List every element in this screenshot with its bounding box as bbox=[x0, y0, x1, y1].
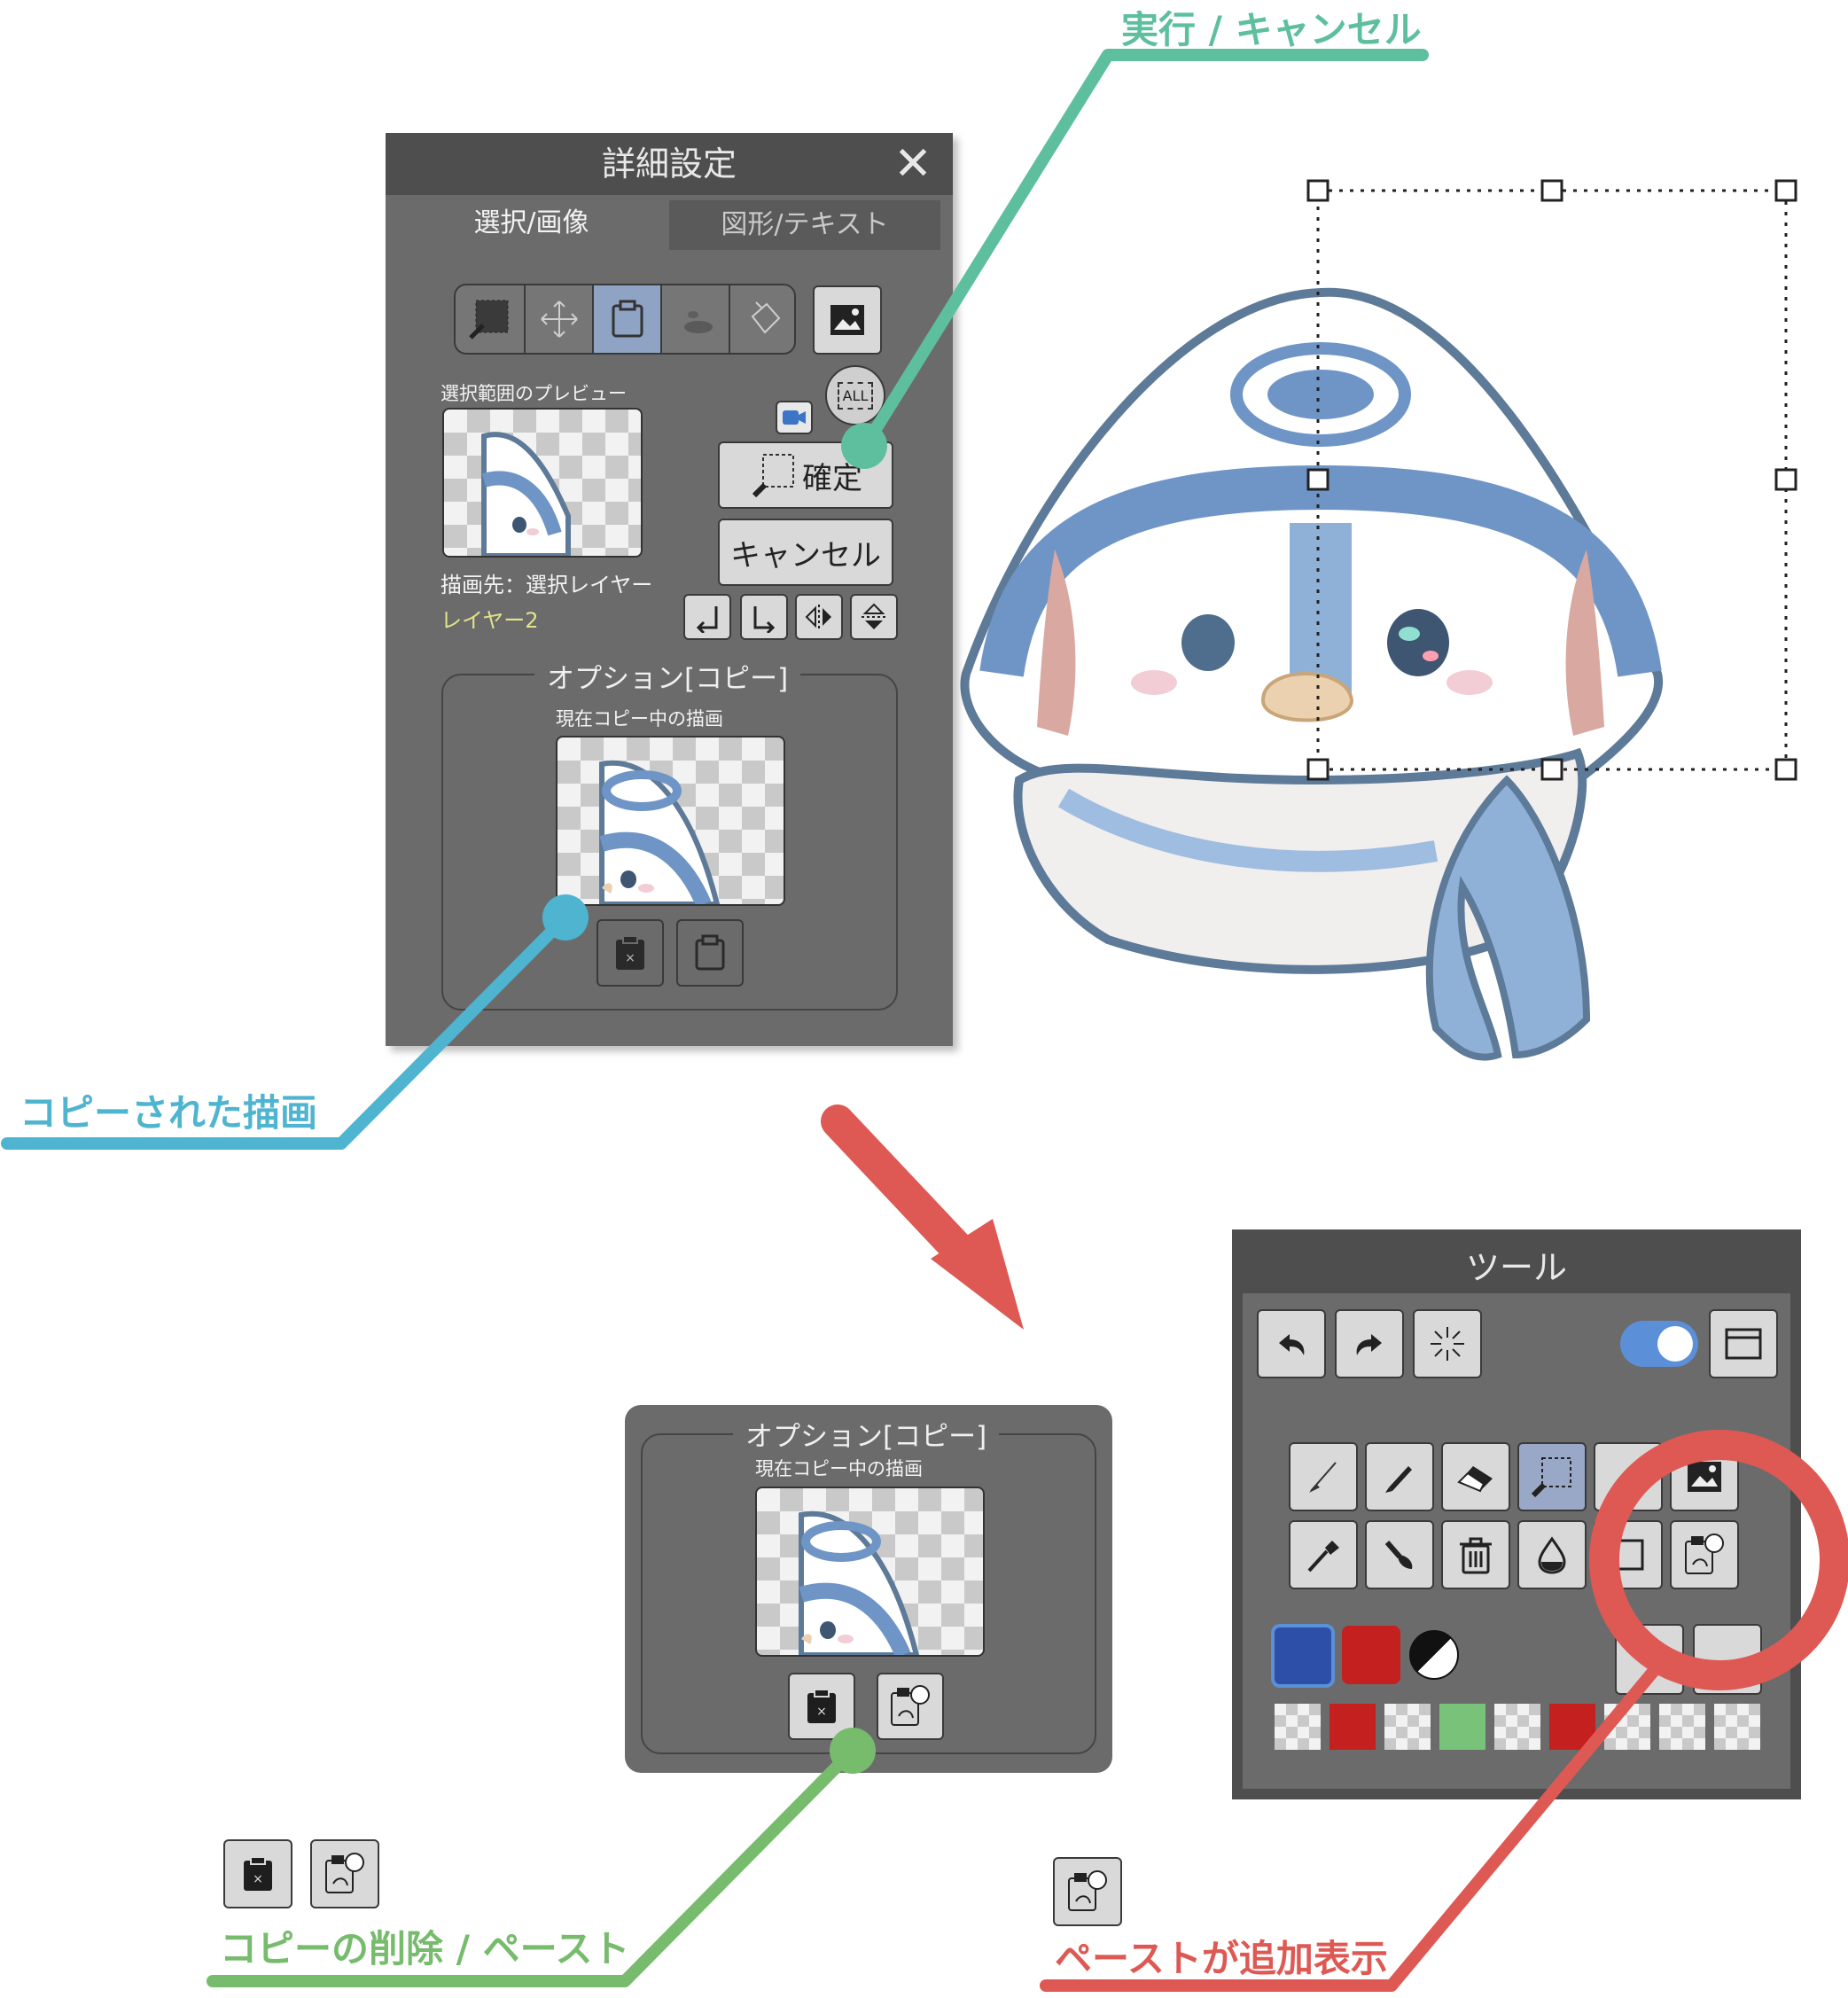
selection-icon[interactable] bbox=[1517, 1442, 1587, 1511]
redo-icon[interactable] bbox=[1335, 1309, 1404, 1378]
confirm-button[interactable]: 確定 bbox=[718, 441, 893, 509]
select-all-button[interactable]: ALL bbox=[825, 365, 885, 425]
svg-text:×: × bbox=[625, 951, 635, 965]
tab-selection-image[interactable]: 選択/画像 bbox=[396, 197, 667, 250]
rectangle-icon[interactable] bbox=[1594, 1520, 1663, 1589]
svg-text:×: × bbox=[816, 1705, 827, 1719]
paste-icon bbox=[1053, 1857, 1122, 1926]
transition-arrow bbox=[821, 1104, 1024, 1330]
selection-preview bbox=[442, 408, 643, 558]
layer-thumb-icon[interactable] bbox=[1615, 1624, 1684, 1695]
paste-icon[interactable] bbox=[877, 1673, 944, 1740]
sparkle-icon[interactable] bbox=[1413, 1309, 1482, 1378]
svg-text:×: × bbox=[253, 1872, 263, 1886]
detail-settings-panel: 詳細設定 ✕ 選択/画像 図形/テキスト 選択範囲のプレビュー ALL 確定 キ… bbox=[386, 133, 953, 1046]
camera-icon[interactable] bbox=[776, 401, 813, 434]
move-icon[interactable] bbox=[524, 285, 593, 353]
select-all-label: ALL bbox=[837, 381, 874, 410]
palette-swatch[interactable] bbox=[1659, 1704, 1705, 1750]
bucket-icon[interactable] bbox=[729, 285, 794, 353]
option-copy-title: オプション[コピー] bbox=[534, 656, 801, 696]
delete-copy-icon[interactable]: × bbox=[788, 1673, 855, 1740]
palette-swatch[interactable] bbox=[1275, 1704, 1321, 1750]
copied-drawing-preview bbox=[755, 1487, 985, 1657]
eyedropper-icon[interactable] bbox=[1289, 1520, 1358, 1589]
palette-swatch[interactable] bbox=[1494, 1704, 1540, 1750]
clipboard-icon[interactable] bbox=[592, 285, 661, 353]
secondary-color-swatch[interactable] bbox=[1342, 1626, 1400, 1684]
current-copy-label: 現在コピー中の描画 bbox=[755, 1458, 923, 1479]
undo-icon[interactable] bbox=[1257, 1309, 1326, 1378]
cancel-button[interactable]: キャンセル bbox=[718, 519, 893, 586]
window-thumb-icon[interactable] bbox=[1693, 1624, 1762, 1695]
palette-swatch[interactable] bbox=[1549, 1704, 1595, 1750]
paste-added-callout: ペーストが追加表示 bbox=[1055, 1937, 1388, 1980]
selection-icon[interactable] bbox=[456, 285, 523, 353]
rotate-left-icon[interactable] bbox=[683, 594, 731, 640]
smudge-icon[interactable] bbox=[1365, 1520, 1434, 1589]
option-copy-panel: オプション[コピー] 現在コピー中の描画 × bbox=[625, 1405, 1112, 1773]
blank-tool[interactable] bbox=[1594, 1442, 1663, 1511]
current-copy-label: 現在コピー中の描画 bbox=[556, 708, 723, 730]
tool-panel-title: ツール bbox=[1232, 1229, 1801, 1293]
close-icon[interactable]: ✕ bbox=[891, 141, 935, 187]
tab-shape-text[interactable]: 図形/テキスト bbox=[669, 200, 940, 250]
pen-icon[interactable] bbox=[1365, 1442, 1434, 1511]
option-copy-title: オプション[コピー] bbox=[733, 1414, 1000, 1454]
palette-swatch[interactable] bbox=[1329, 1704, 1376, 1750]
image-icon[interactable] bbox=[1670, 1442, 1739, 1511]
toggle-switch[interactable] bbox=[1620, 1321, 1698, 1367]
window-icon[interactable] bbox=[1709, 1309, 1778, 1378]
tool-panel: ツール bbox=[1232, 1229, 1801, 1799]
preview-label: 選択範囲のプレビュー bbox=[441, 383, 627, 404]
palette-swatch[interactable] bbox=[1604, 1704, 1650, 1750]
destination-label: 描画先：選択レイヤー bbox=[441, 573, 653, 597]
execute-cancel-callout: 実行 / キャンセル bbox=[1121, 8, 1422, 51]
paste-icon[interactable] bbox=[1670, 1520, 1739, 1589]
toggle-knob bbox=[1657, 1326, 1693, 1362]
delete-copy-icon: × bbox=[223, 1839, 292, 1908]
flip-horizontal-icon[interactable] bbox=[795, 594, 843, 640]
image-icon[interactable] bbox=[813, 285, 882, 355]
color-palette bbox=[1275, 1704, 1767, 1750]
blur-icon[interactable] bbox=[660, 285, 729, 353]
delete-paste-callout: コピーの削除 / ペースト bbox=[220, 1927, 630, 1971]
palette-swatch[interactable] bbox=[1384, 1704, 1431, 1750]
clipboard-icon[interactable] bbox=[676, 919, 744, 987]
flip-vertical-icon[interactable] bbox=[850, 594, 898, 640]
trash-icon[interactable] bbox=[1441, 1520, 1510, 1589]
panel-title: 詳細設定 bbox=[386, 133, 953, 195]
character-illustration bbox=[960, 287, 1664, 1061]
palette-swatch[interactable] bbox=[1714, 1704, 1760, 1750]
palette-swatch[interactable] bbox=[1439, 1704, 1485, 1750]
copied-drawing-preview bbox=[556, 736, 785, 906]
drop-icon[interactable] bbox=[1517, 1520, 1587, 1589]
delete-copy-icon[interactable]: × bbox=[597, 919, 664, 987]
eraser-icon[interactable] bbox=[1441, 1442, 1510, 1511]
paste-icon bbox=[310, 1839, 379, 1908]
layer-name: レイヤー2 bbox=[441, 608, 539, 633]
swap-colors-icon[interactable] bbox=[1409, 1630, 1459, 1680]
confirm-label: 確定 bbox=[802, 460, 862, 496]
rotate-right-icon[interactable] bbox=[740, 594, 788, 640]
mode-segmented-control bbox=[454, 284, 796, 355]
copied-drawing-callout: コピーされた描画 bbox=[19, 1091, 318, 1135]
brush-icon[interactable] bbox=[1289, 1442, 1358, 1511]
primary-color-swatch[interactable] bbox=[1271, 1624, 1335, 1688]
